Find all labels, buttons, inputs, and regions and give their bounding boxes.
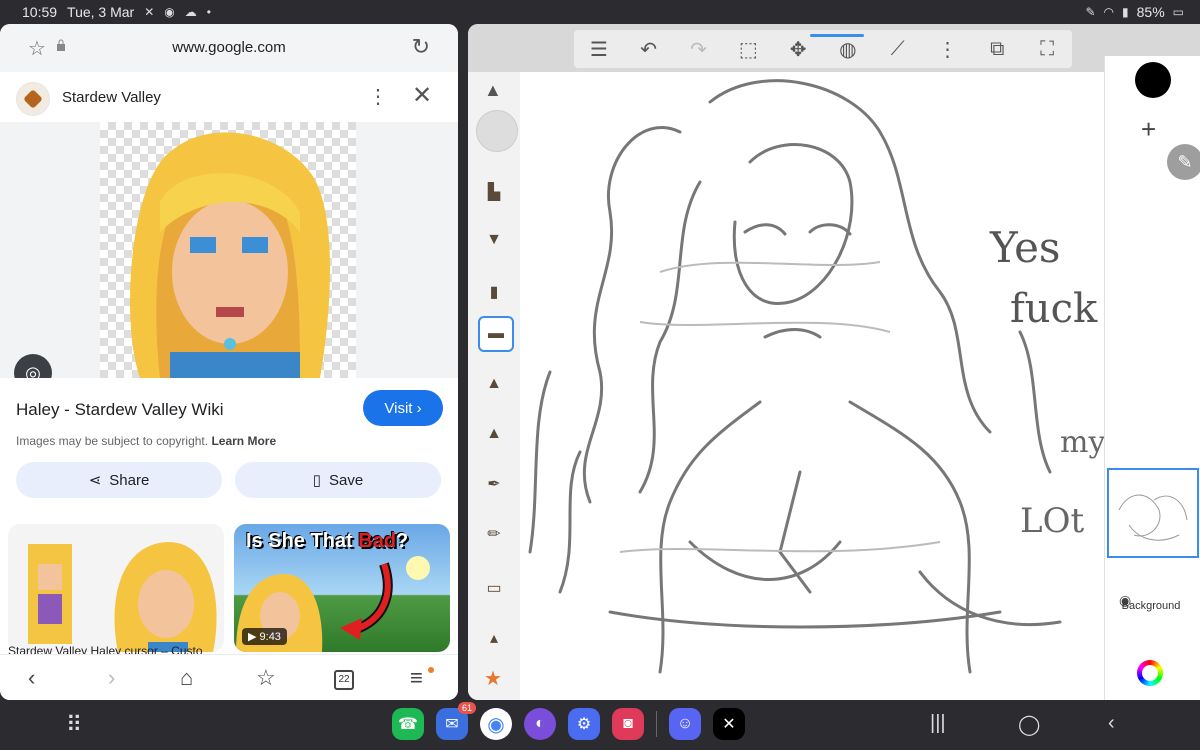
share-icon: ⋖ bbox=[88, 472, 102, 489]
tabs-button[interactable]: 22 bbox=[334, 670, 354, 690]
color-swatch[interactable] bbox=[1135, 62, 1171, 98]
battery-icon: ▭ bbox=[1172, 5, 1184, 19]
layers-icon[interactable]: ⧉ bbox=[977, 38, 1017, 61]
brush-ink-pen[interactable]: ▼ bbox=[478, 224, 510, 256]
brush-chisel[interactable]: ▮ bbox=[478, 276, 510, 308]
dock-separator bbox=[656, 711, 657, 737]
browser-nav-bar: ‹ › ⌂ ☆ 22 ≡ bbox=[0, 654, 458, 700]
brush-size-icon[interactable]: ▲ bbox=[484, 80, 502, 101]
messenger-icon: ◉ bbox=[164, 5, 175, 19]
more-options-icon[interactable]: ⋮ bbox=[368, 84, 388, 109]
layer-panel: + ✎ ◉ ◉ Background bbox=[1104, 56, 1200, 700]
select-icon[interactable]: ⬚ bbox=[728, 37, 768, 62]
mute-icon: ✕ bbox=[144, 5, 155, 19]
url-text[interactable]: www.google.com bbox=[0, 39, 458, 56]
camera-app-icon[interactable]: ◙ bbox=[612, 708, 644, 740]
x-app-icon[interactable]: ✕ bbox=[713, 708, 745, 740]
canvas-text-fuck: fuck bbox=[1010, 286, 1098, 332]
result-info: Haley - Stardew Valley Wiki Visit › Imag… bbox=[0, 378, 458, 518]
app-dock: ☎ ✉ 61 ◉ ◐ ⚙ ◙ ☺ ✕ bbox=[392, 702, 745, 740]
add-layer-icon[interactable]: + bbox=[1141, 114, 1156, 145]
site-name[interactable]: Stardew Valley bbox=[62, 89, 161, 106]
phone-app-icon[interactable]: ☎ bbox=[392, 708, 424, 740]
forward-icon[interactable]: › bbox=[108, 665, 115, 691]
canvas-text-my: my bbox=[1060, 425, 1104, 460]
learn-more-link[interactable]: Learn More bbox=[211, 434, 276, 448]
app-top-area: ☰ ↶ ↷ ⬚ ✥ ◍ ⟋ ⋮ ⧉ ⛶ bbox=[468, 24, 1200, 72]
reload-icon[interactable]: ↻ bbox=[412, 34, 430, 60]
taskbar: ⠿ ☎ ✉ 61 ◉ ◐ ⚙ ◙ ☺ ✕ ||| ◯ ‹ bbox=[0, 700, 1200, 750]
clock: 10:59 bbox=[22, 4, 58, 20]
settings-app-icon[interactable]: ⚙ bbox=[568, 708, 600, 740]
fill-icon[interactable]: ◍ bbox=[828, 37, 868, 62]
site-favicon-icon bbox=[16, 82, 50, 116]
fullscreen-icon[interactable]: ⛶ bbox=[1027, 38, 1067, 61]
pen-icon: ✎ bbox=[1085, 5, 1096, 19]
canvas-text-lot: LOt bbox=[1020, 501, 1084, 541]
result-title[interactable]: Haley - Stardew Valley Wiki bbox=[16, 400, 224, 420]
related-video-card[interactable]: Is She That Bad? ▶ 9:43 bbox=[234, 524, 450, 652]
copyright-notice: Images may be subject to copyright. Lear… bbox=[16, 434, 277, 448]
menu-icon[interactable]: ≡ bbox=[410, 665, 423, 691]
haley-portrait-image bbox=[100, 122, 356, 378]
drawing-canvas[interactable]: Yes fuck my LOt bbox=[520, 72, 1105, 700]
video-duration: ▶ 9:43 bbox=[242, 628, 287, 645]
brush-preview[interactable] bbox=[476, 110, 518, 152]
color-wheel-icon[interactable] bbox=[1137, 660, 1163, 686]
app-drawer-icon[interactable]: ⠿ bbox=[66, 712, 82, 738]
edit-pencil-icon[interactable]: ✎ bbox=[1167, 144, 1200, 180]
browser-window: ☆ www.google.com ↻ Stardew Valley ⋮ ✕ ◎ bbox=[0, 24, 458, 700]
brush-marker[interactable]: ▙ bbox=[478, 176, 510, 208]
date: Tue, 3 Mar bbox=[67, 4, 135, 20]
result-header: Stardew Valley ⋮ ✕ bbox=[0, 72, 458, 122]
back-icon[interactable]: ‹ bbox=[28, 665, 35, 691]
status-bar: 10:59 Tue, 3 Mar ✕ ◉ ☁ • ✎ ◠ ▮ 85% ▭ bbox=[0, 0, 1200, 24]
bookmarks-icon[interactable]: ☆ bbox=[256, 665, 276, 691]
related-image-card[interactable] bbox=[8, 524, 224, 652]
transform-icon[interactable]: ✥ bbox=[778, 37, 818, 62]
brush-fountain-pen[interactable]: ✒ bbox=[478, 468, 510, 500]
eraser-icon[interactable]: ▭ bbox=[478, 572, 510, 604]
recents-icon[interactable]: ||| bbox=[930, 712, 946, 735]
active-tool-indicator bbox=[810, 34, 864, 37]
list-icon[interactable]: ☰ bbox=[579, 37, 619, 62]
brush-nib[interactable]: ▴ bbox=[478, 622, 510, 654]
canvas-text-yes: Yes bbox=[989, 223, 1061, 272]
symmetry-icon[interactable]: ⋮ bbox=[927, 37, 967, 62]
drawing-app-window: ☰ ↶ ↷ ⬚ ✥ ◍ ⟋ ⋮ ⧉ ⛶ ▲ ▙ ▼ ▮ ▬ ▲ ▲ ✒ ✏ ▭ … bbox=[468, 24, 1200, 700]
redo-icon[interactable]: ↷ bbox=[678, 37, 718, 62]
address-bar[interactable]: ☆ www.google.com ↻ bbox=[0, 24, 458, 72]
signal-icon: ▮ bbox=[1122, 5, 1129, 19]
home-icon[interactable]: ⌂ bbox=[180, 665, 193, 691]
background-layer-label[interactable]: Background bbox=[1105, 600, 1197, 612]
brush-airbrush[interactable]: ▲ bbox=[478, 368, 510, 400]
drawing-toolbar: ☰ ↶ ↷ ⬚ ✥ ◍ ⟋ ⋮ ⧉ ⛶ bbox=[574, 30, 1072, 68]
close-icon[interactable]: ✕ bbox=[412, 81, 432, 110]
brush-selected[interactable]: ▬ bbox=[478, 316, 514, 352]
wifi-icon: ◠ bbox=[1103, 5, 1115, 19]
brush-pencil[interactable]: ✏ bbox=[478, 518, 510, 550]
undo-icon[interactable]: ↶ bbox=[629, 37, 669, 62]
bookmark-icon: ▯ bbox=[312, 472, 322, 489]
chrome-app-icon[interactable]: ◉ bbox=[480, 708, 512, 740]
discord-app-icon[interactable]: ☺ bbox=[669, 708, 701, 740]
browser-app-icon[interactable]: ◐ bbox=[524, 708, 556, 740]
save-button[interactable]: ▯ Save bbox=[235, 462, 441, 498]
ruler-icon[interactable]: ⟋ bbox=[878, 38, 918, 61]
brush-technical-pen[interactable]: ▲ bbox=[478, 418, 510, 450]
layer-thumbnail[interactable] bbox=[1107, 468, 1199, 558]
notification-dot-icon bbox=[428, 667, 434, 673]
favorites-star-icon[interactable]: ★ bbox=[484, 666, 502, 691]
brush-panel: ▲ ▙ ▼ ▮ ▬ ▲ ▲ ✒ ✏ ▭ ▴ ★ bbox=[468, 72, 521, 700]
cloud-icon: ☁ bbox=[184, 5, 197, 19]
system-back-icon[interactable]: ‹ bbox=[1108, 712, 1115, 735]
share-button[interactable]: ⋖ Share bbox=[16, 462, 222, 498]
messages-badge: 61 bbox=[457, 702, 476, 714]
visit-button[interactable]: Visit › bbox=[363, 390, 443, 426]
home-button-icon[interactable]: ◯ bbox=[1018, 712, 1040, 737]
image-preview[interactable]: ◎ bbox=[0, 122, 458, 392]
dot-icon: • bbox=[206, 5, 211, 19]
battery-level: 85% bbox=[1136, 4, 1165, 20]
messages-app-icon[interactable]: ✉ 61 bbox=[436, 702, 476, 740]
